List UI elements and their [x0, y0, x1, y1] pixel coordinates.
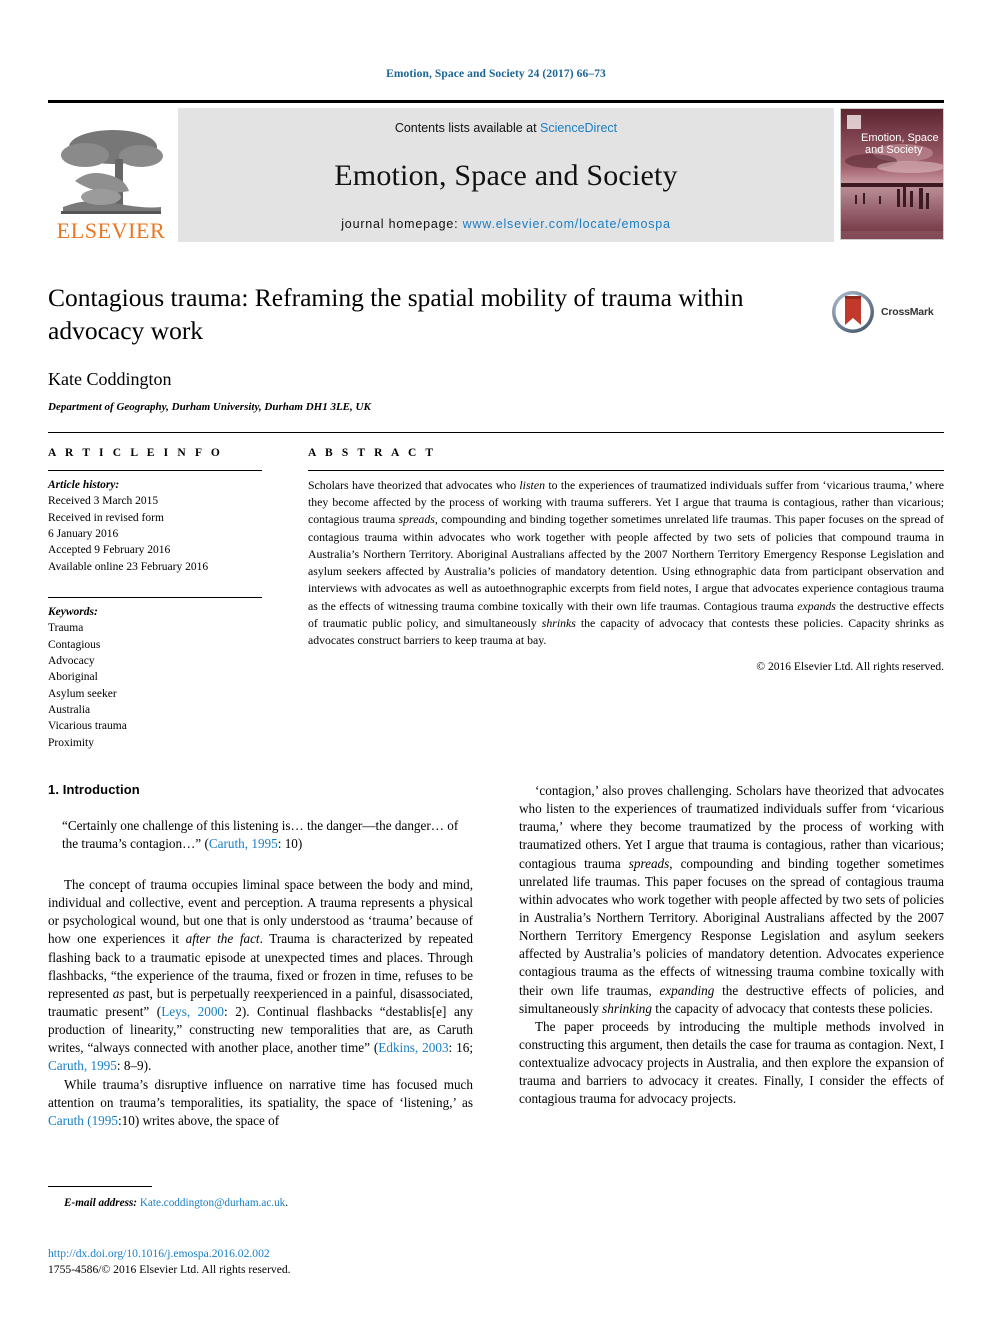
keyword-item: Australia — [48, 703, 91, 716]
right-column-paragraphs: ‘contagion,’ also proves challenging. Sc… — [519, 782, 944, 1109]
page-footer: http://dx.doi.org/10.1016/j.emospa.2016.… — [48, 1246, 548, 1279]
text-run: : 8–9). — [116, 1058, 152, 1074]
abstract-run: Scholars have theorized that advocates w… — [308, 478, 520, 492]
emphasis-run: as — [112, 985, 125, 1001]
section-heading-introduction: 1. Introduction — [48, 782, 140, 797]
article-body: 1. Introduction “Certainly one challenge… — [48, 782, 944, 1130]
citation-link[interactable]: Leys, 2000 — [161, 1004, 224, 1019]
citation-link[interactable]: Caruth, 1995 — [209, 836, 278, 851]
keyword-item: Trauma — [48, 622, 84, 635]
email-label: E-mail address: — [64, 1197, 138, 1209]
emphasis-run: after the fact — [185, 931, 260, 947]
keyword-item: Asylum seeker — [48, 687, 117, 700]
cover-artwork: Emotion, Space and Society — [841, 109, 943, 239]
citation-link[interactable]: Caruth, 1995 — [48, 1058, 117, 1073]
keywords-group: Keywords: Trauma Contagious Advocacy Aborig… — [48, 596, 262, 751]
journal-homepage-line: journal homepage: www.elsevier.com/locat… — [341, 217, 671, 231]
abstract-column: A B S T R A C T Scholars have theorized … — [280, 447, 944, 751]
abstract-emphasis: expands — [797, 598, 836, 613]
elsevier-logo: ELSEVIER — [48, 108, 174, 242]
journal-title: Emotion, Space and Society — [334, 159, 678, 192]
doi-link[interactable]: http://dx.doi.org/10.1016/j.emospa.2016.… — [48, 1246, 548, 1262]
body-paragraph: The paper proceeds by introducing the mu… — [519, 1018, 944, 1109]
keywords-rule — [48, 596, 262, 598]
abstract-emphasis: shrinks — [541, 615, 576, 630]
keyword-item: Contagious — [48, 638, 101, 651]
body-column-left: 1. Introduction “Certainly one challenge… — [48, 782, 473, 1130]
article-history-item: Received in revised form — [48, 511, 164, 524]
article-first-page: Emotion, Space and Society 24 (2017) 66–… — [0, 0, 992, 1323]
keywords-label: Keywords: — [48, 605, 98, 618]
article-history-item: Accepted 9 February 2016 — [48, 544, 171, 557]
running-head: Emotion, Space and Society 24 (2017) 66–… — [386, 68, 606, 80]
abstract-emphasis: spreads — [398, 512, 435, 527]
keyword-item: Aboriginal — [48, 671, 98, 684]
text-run: While trauma’s disruptive influence on n… — [48, 1076, 473, 1110]
abstract-rule — [308, 470, 944, 471]
article-info-column: A R T I C L E I N F O Article history: R… — [48, 447, 280, 751]
article-history-label: Article history: — [48, 479, 120, 491]
text-run: the capacity of advocacy that contests t… — [651, 1000, 933, 1016]
email-footnote: E-mail address: Kate.coddington@durham.a… — [48, 1197, 473, 1209]
keyword-item: Vicarious trauma — [48, 720, 127, 733]
contents-lists-line: Contents lists available at ScienceDirec… — [395, 121, 617, 135]
body-column-right: ‘contagion,’ also proves challenging. Sc… — [519, 782, 944, 1130]
crossmark-label: CrossMark — [881, 306, 934, 318]
footnote-rule — [48, 1186, 152, 1187]
journal-masthead: ELSEVIER Contents lists available at Sci… — [48, 100, 944, 243]
journal-banner: Contents lists available at ScienceDirec… — [178, 108, 834, 242]
journal-cover-image: Emotion, Space and Society — [840, 108, 944, 240]
body-paragraph: While trauma’s disruptive influence on n… — [48, 1076, 473, 1130]
citation-link[interactable]: Caruth (1995 — [48, 1113, 118, 1128]
contents-prefix: Contents lists available at — [394, 121, 541, 135]
body-paragraph: The concept of trauma occupies liminal s… — [48, 876, 473, 1076]
emphasis-run: expanding — [659, 982, 715, 998]
email-link[interactable]: Kate.coddington@durham.ac.uk — [140, 1197, 285, 1209]
homepage-prefix: journal homepage: — [341, 217, 463, 231]
text-run: , compounding and binding together somet… — [519, 855, 944, 998]
title-block: Contagious trauma: Reframing the spatial… — [48, 282, 944, 413]
text-run: :10) writes above, the space of — [117, 1112, 280, 1128]
footnote-block: E-mail address: Kate.coddington@durham.a… — [48, 1186, 473, 1209]
abstract-copyright: © 2016 Elsevier Ltd. All rights reserved… — [756, 661, 944, 674]
article-info-heading: A R T I C L E I N F O — [48, 447, 223, 459]
abstract-run: , compounding and binding together somet… — [308, 512, 944, 613]
cover-title-line2: and Society — [865, 144, 923, 156]
keyword-item: Advocacy — [48, 654, 95, 667]
body-paragraph: ‘contagion,’ also proves challenging. Sc… — [519, 782, 944, 1018]
elsevier-wordmark: ELSEVIER — [56, 218, 166, 243]
article-history-list: Received 3 March 2015 Received in revised… — [48, 493, 262, 575]
info-abstract-block: A R T I C L E I N F O Article history: R… — [48, 432, 944, 751]
cover-title-line1: Emotion, Space — [861, 132, 939, 144]
article-info-rule — [48, 470, 262, 471]
epigraph-quote: “Certainly one challenge of this listeni… — [62, 817, 473, 854]
keyword-item: Proximity — [48, 736, 95, 749]
left-column-paragraphs: The concept of trauma occupies liminal s… — [48, 876, 473, 1130]
article-history-item: 6 January 2016 — [48, 527, 119, 540]
citation-link[interactable]: Edkins, 2003 — [378, 1040, 448, 1055]
crossmark-icon — [832, 291, 874, 333]
keywords-list: Trauma Contagious Advocacy Aboriginal Asylum… — [48, 620, 262, 751]
sciencedirect-link[interactable]: ScienceDirect — [540, 121, 617, 135]
journal-homepage-link[interactable]: www.elsevier.com/locate/emospa — [463, 217, 671, 231]
abstract-text: Scholars have theorized that advocates w… — [308, 477, 944, 649]
text-run: The paper proceeds by introducing the mu… — [519, 1018, 944, 1107]
abstract-emphasis: listen — [519, 478, 545, 492]
crossmark-badge[interactable]: CrossMark — [830, 286, 942, 338]
elsevier-tree-icon — [61, 130, 163, 214]
issn-copyright-line: 1755-4586/© 2016 Elsevier Ltd. All right… — [48, 1263, 291, 1277]
emphasis-run: spreads — [628, 855, 670, 871]
email-trailing: . — [285, 1197, 289, 1209]
page-title: Contagious trauma: Reframing the spatial… — [48, 283, 744, 345]
emphasis-run: shrinking — [602, 1000, 652, 1016]
article-history-item: Received 3 March 2015 — [48, 495, 159, 508]
text-run: : 16; — [448, 1040, 474, 1056]
text-run: : 10) — [277, 836, 303, 852]
article-history-item: Available online 23 February 2016 — [48, 560, 209, 573]
author-affiliation: Department of Geography, Durham Universi… — [48, 401, 371, 414]
abstract-heading: A B S T R A C T — [308, 447, 437, 459]
author-name: Kate Coddington — [48, 369, 172, 390]
